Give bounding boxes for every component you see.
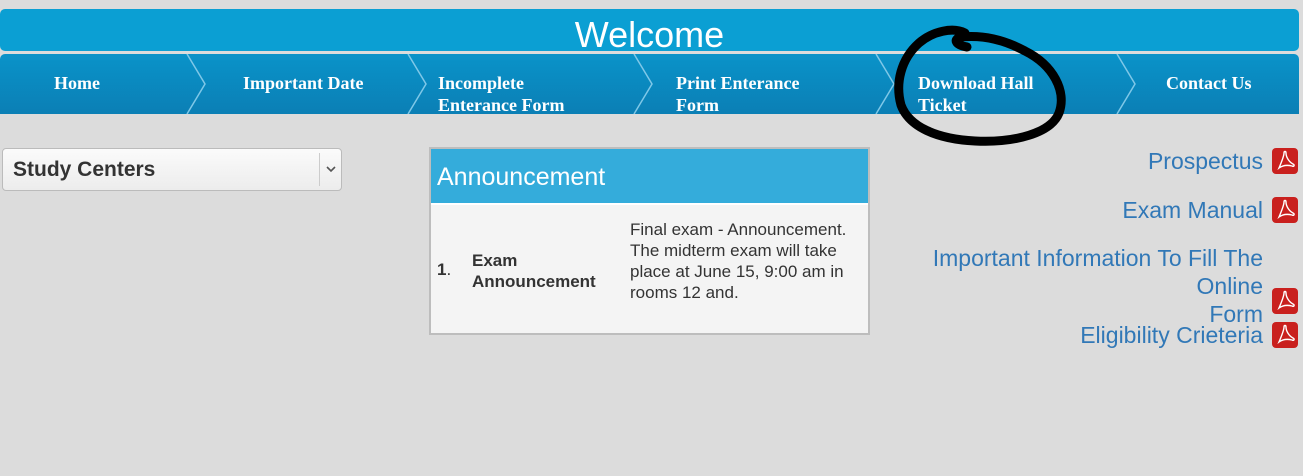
nav-download-hall-ticket-line1: Download Hall <box>918 73 1034 93</box>
link-eligibility-criteria[interactable]: Eligibility Crieteria <box>1080 321 1299 349</box>
announcement-row: 1. Exam Announcement Final exam - Announ… <box>431 205 868 333</box>
page-title: Welcome <box>574 14 725 51</box>
nav-print-form-line1: Print Enterance <box>676 73 800 93</box>
link-prospectus-label: Prospectus <box>1147 148 1263 174</box>
announcement-number-dot: . <box>446 260 452 279</box>
nav-incomplete-form-line1: Incomplete <box>438 73 524 93</box>
announcement-panel: Announcement 1. Exam Announcement Final … <box>429 147 870 335</box>
pdf-icon <box>1272 197 1298 223</box>
study-centers-select[interactable]: Study Centers <box>2 148 342 191</box>
announcement-description: Final exam - Announcement. The midterm e… <box>630 220 847 302</box>
nav-separator <box>407 54 427 114</box>
chevron-down-icon <box>319 153 341 186</box>
announcement-title-line2: Announcement <box>472 272 596 291</box>
nav-download-hall-ticket[interactable]: Download Hall Ticket <box>897 54 1115 114</box>
nav-home[interactable]: Home <box>0 54 190 114</box>
announcement-heading: Announcement <box>431 149 868 205</box>
welcome-header: Welcome <box>0 9 1299 51</box>
link-important-information-line1: Important Information To Fill The Online <box>932 245 1263 299</box>
nav-print-form[interactable]: Print Enterance Form <box>655 54 875 114</box>
nav-separator <box>633 54 653 114</box>
nav-incomplete-form[interactable]: Incomplete Enterance Form <box>428 54 633 114</box>
link-eligibility-criteria-label: Eligibility Crieteria <box>1080 322 1263 348</box>
nav-separator <box>1116 54 1136 114</box>
link-important-information[interactable]: Important Information To Fill The Online… <box>869 244 1299 328</box>
nav-important-date[interactable]: Important Date <box>208 54 413 114</box>
pdf-icon <box>1272 322 1298 348</box>
nav-download-hall-ticket-line2: Ticket <box>918 95 967 114</box>
link-exam-manual[interactable]: Exam Manual <box>1122 196 1299 224</box>
nav-incomplete-form-line2: Enterance Form <box>438 95 565 114</box>
nav-separator <box>186 54 206 114</box>
study-centers-selected-value: Study Centers <box>13 158 156 181</box>
nav-contact-us[interactable]: Contact Us <box>1138 54 1299 114</box>
announcement-title-line1: Exam <box>472 251 518 270</box>
pdf-icon <box>1272 288 1298 314</box>
link-prospectus[interactable]: Prospectus <box>1148 147 1299 175</box>
nav-home-label: Home <box>54 73 100 93</box>
link-exam-manual-label: Exam Manual <box>1122 197 1263 223</box>
main-navigation: Home Important Date Incomplete Enterance… <box>0 54 1299 114</box>
nav-print-form-line2: Form <box>676 95 719 114</box>
pdf-icon <box>1272 148 1298 174</box>
nav-contact-us-label: Contact Us <box>1166 73 1252 93</box>
nav-separator <box>875 54 895 114</box>
nav-important-date-label: Important Date <box>243 73 364 93</box>
